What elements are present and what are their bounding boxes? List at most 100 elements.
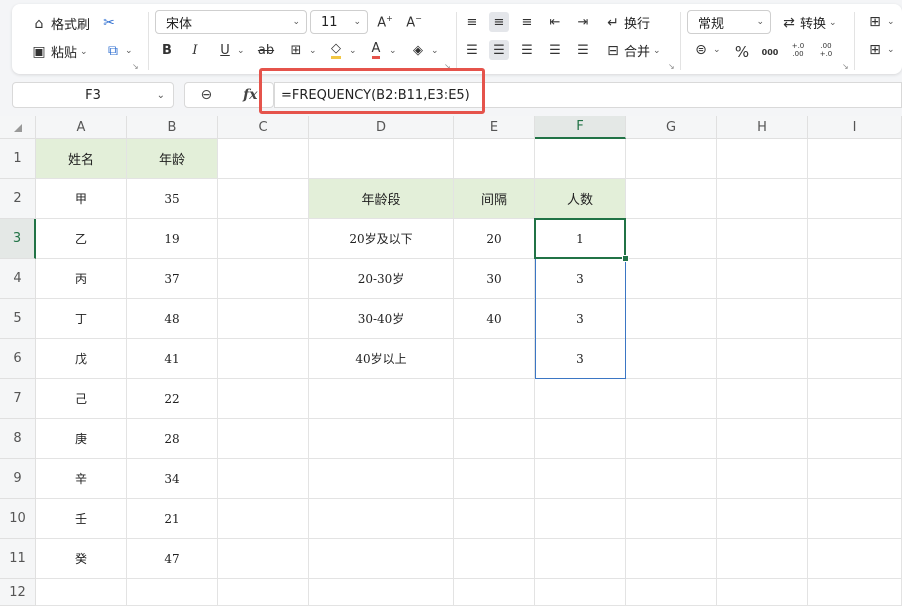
cell-g6[interactable] bbox=[626, 339, 717, 379]
cell-h3[interactable] bbox=[717, 219, 808, 259]
cell-c5[interactable] bbox=[218, 299, 309, 339]
cell-e4[interactable]: 30 bbox=[454, 259, 535, 299]
border-button[interactable]: ⊞ bbox=[286, 40, 306, 60]
column-header-a[interactable]: A bbox=[36, 116, 127, 139]
cell-d4[interactable]: 20-30岁 bbox=[309, 259, 454, 299]
cell-e1[interactable] bbox=[454, 139, 535, 179]
cell-a2[interactable]: 甲 bbox=[36, 179, 127, 219]
cell-b8[interactable]: 28 bbox=[127, 419, 218, 459]
font-name-select[interactable]: 宋体 ⌄ bbox=[155, 10, 307, 34]
cell-h12[interactable] bbox=[717, 579, 808, 606]
dialog-launcher-icon[interactable]: ↘ bbox=[132, 62, 139, 71]
cell-e3[interactable]: 20 bbox=[454, 219, 535, 259]
align-middle-button[interactable]: ≡ bbox=[489, 12, 509, 32]
cell-i7[interactable] bbox=[808, 379, 902, 419]
cell-h8[interactable] bbox=[717, 419, 808, 459]
dialog-launcher-icon[interactable]: ↘ bbox=[668, 62, 675, 71]
row-header-5[interactable]: 5 bbox=[0, 299, 36, 339]
cell-c8[interactable] bbox=[218, 419, 309, 459]
cell-i2[interactable] bbox=[808, 179, 902, 219]
chevron-down-icon[interactable]: ⌄ bbox=[349, 46, 357, 56]
row-header-1[interactable]: 1 bbox=[0, 139, 36, 179]
cell-f11[interactable] bbox=[535, 539, 626, 579]
select-all-corner[interactable] bbox=[0, 116, 36, 139]
cell-g11[interactable] bbox=[626, 539, 717, 579]
cell-d12[interactable] bbox=[309, 579, 454, 606]
cell-f2[interactable]: 人数 bbox=[535, 179, 626, 219]
row-header-4[interactable]: 4 bbox=[0, 259, 36, 299]
cell-c4[interactable] bbox=[218, 259, 309, 299]
cell-g5[interactable] bbox=[626, 299, 717, 339]
cell-b9[interactable]: 34 bbox=[127, 459, 218, 499]
paste-button[interactable]: ▣ 粘贴 ⌄ bbox=[30, 42, 87, 62]
cell-a1[interactable]: 姓名 bbox=[36, 139, 127, 179]
cell-e9[interactable] bbox=[454, 459, 535, 499]
cell-b5[interactable]: 48 bbox=[127, 299, 218, 339]
cell-h6[interactable] bbox=[717, 339, 808, 379]
cell-i1[interactable] bbox=[808, 139, 902, 179]
cell-d11[interactable] bbox=[309, 539, 454, 579]
cell-b12[interactable] bbox=[127, 579, 218, 606]
cell-f7[interactable] bbox=[535, 379, 626, 419]
cell-e10[interactable] bbox=[454, 499, 535, 539]
cell-i12[interactable] bbox=[808, 579, 902, 606]
cell-h1[interactable] bbox=[717, 139, 808, 179]
chevron-down-icon[interactable]: ⌄ bbox=[431, 46, 439, 56]
cell-f10[interactable] bbox=[535, 499, 626, 539]
currency-button[interactable]: ⊜ ⌄ bbox=[692, 41, 720, 59]
decrease-font-button[interactable]: A− bbox=[404, 12, 424, 32]
cell-d8[interactable] bbox=[309, 419, 454, 459]
cell-d6[interactable]: 40岁以上 bbox=[309, 339, 454, 379]
cell-f6[interactable]: 3 bbox=[535, 339, 626, 379]
cell-h11[interactable] bbox=[717, 539, 808, 579]
cell-a10[interactable]: 壬 bbox=[36, 499, 127, 539]
cell-a9[interactable]: 辛 bbox=[36, 459, 127, 499]
justify-button[interactable]: ☰ bbox=[545, 40, 565, 60]
cell-c3[interactable] bbox=[218, 219, 309, 259]
cell-g7[interactable] bbox=[626, 379, 717, 419]
decrease-indent-button[interactable]: ⇤ bbox=[545, 12, 565, 32]
cell-b1[interactable]: 年龄 bbox=[127, 139, 218, 179]
cell-c10[interactable] bbox=[218, 499, 309, 539]
cell-g3[interactable] bbox=[626, 219, 717, 259]
cell-c11[interactable] bbox=[218, 539, 309, 579]
cell-i9[interactable] bbox=[808, 459, 902, 499]
cell-a6[interactable]: 戊 bbox=[36, 339, 127, 379]
cell-h2[interactable] bbox=[717, 179, 808, 219]
chevron-down-icon[interactable]: ⌄ bbox=[237, 46, 245, 56]
increase-font-button[interactable]: A+ bbox=[375, 12, 395, 32]
dialog-launcher-icon[interactable]: ↘ bbox=[842, 62, 849, 71]
cell-b2[interactable]: 35 bbox=[127, 179, 218, 219]
row-header-9[interactable]: 9 bbox=[0, 459, 36, 499]
cell-b4[interactable]: 37 bbox=[127, 259, 218, 299]
cell-i3[interactable] bbox=[808, 219, 902, 259]
italic-button[interactable]: I bbox=[185, 40, 205, 60]
font-size-select[interactable]: 11 ⌄ bbox=[310, 10, 368, 34]
underline-button[interactable]: U bbox=[215, 40, 235, 60]
copy-button[interactable]: ⧉ ⌄ bbox=[104, 42, 133, 60]
cell-c12[interactable] bbox=[218, 579, 309, 606]
cell-d10[interactable] bbox=[309, 499, 454, 539]
bold-button[interactable]: B bbox=[157, 40, 177, 60]
align-top-button[interactable]: ≡ bbox=[462, 12, 482, 32]
column-header-i[interactable]: I bbox=[808, 116, 902, 139]
conditional-format-button[interactable]: ⊞ ⌄ bbox=[866, 13, 894, 31]
cell-i4[interactable] bbox=[808, 259, 902, 299]
increase-decimal-button[interactable]: +.0 .00 bbox=[788, 40, 808, 60]
wrap-text-button[interactable]: ↵ 换行 bbox=[604, 13, 650, 33]
align-bottom-button[interactable]: ≡ bbox=[517, 12, 537, 32]
column-header-b[interactable]: B bbox=[127, 116, 218, 139]
thousands-button[interactable]: 000 bbox=[760, 42, 780, 62]
cell-i10[interactable] bbox=[808, 499, 902, 539]
cell-c1[interactable] bbox=[218, 139, 309, 179]
cell-a8[interactable]: 庚 bbox=[36, 419, 127, 459]
cell-g4[interactable] bbox=[626, 259, 717, 299]
cell-a7[interactable]: 己 bbox=[36, 379, 127, 419]
decrease-decimal-button[interactable]: .00 +.0 bbox=[816, 40, 836, 60]
cell-i8[interactable] bbox=[808, 419, 902, 459]
cell-e5[interactable]: 40 bbox=[454, 299, 535, 339]
cell-b11[interactable]: 47 bbox=[127, 539, 218, 579]
cut-button[interactable]: ✂ bbox=[100, 14, 118, 32]
cell-g2[interactable] bbox=[626, 179, 717, 219]
cell-d5[interactable]: 30-40岁 bbox=[309, 299, 454, 339]
